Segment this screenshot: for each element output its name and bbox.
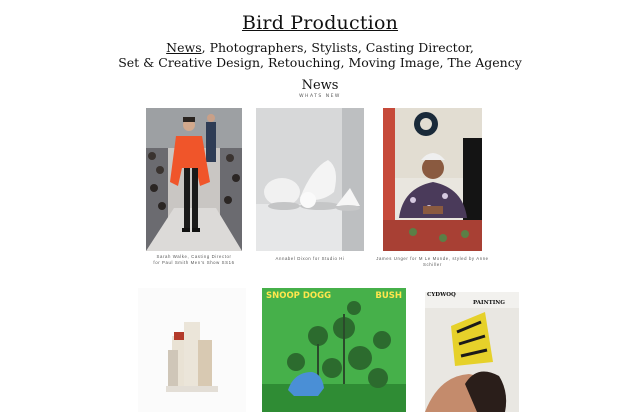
news-item-5[interactable]: SNOOP DOGG BUSH (262, 288, 406, 412)
news-item-4[interactable] (138, 288, 246, 412)
news-caption-2: Annabel Dixon for Studio Hi (275, 256, 345, 261)
album-artist-right: BUSH (375, 291, 402, 301)
album-cover (262, 288, 406, 412)
nav-link-photographers[interactable]: Photographers (210, 40, 304, 55)
magazine-masthead: CYDWOQ (427, 292, 456, 298)
main-nav: News, Photographers, Stylists, Casting D… (0, 40, 640, 70)
product-photo (138, 288, 246, 412)
section-title: News (301, 78, 339, 93)
nav-link-news[interactable]: News (166, 40, 201, 55)
nav-link-set-creative-design[interactable]: Set & Creative Design (118, 55, 260, 70)
magazine-title: PAINTING (473, 300, 505, 306)
nav-separator: , (357, 40, 366, 55)
news-item-2[interactable] (256, 108, 364, 251)
portrait-photo (383, 108, 482, 251)
nav-separator: , (201, 40, 210, 55)
album-artist-left: SNOOP DOGG (266, 291, 332, 301)
nav-link-stylists[interactable]: Stylists (311, 40, 358, 55)
site-header: Bird Production News, Photographers, Sty… (0, 12, 640, 70)
news-caption-1: Sarah Walke, Casting Director for Paul Sm… (153, 254, 235, 265)
nav-link-casting-director[interactable]: Casting Director (366, 40, 470, 55)
sculpture-photo (256, 108, 364, 251)
news-item-3[interactable] (383, 108, 482, 251)
news-caption-3: James Unger for M Le Monde, styled by An… (376, 256, 489, 267)
site-logo[interactable]: Bird Production (242, 12, 398, 34)
nav-link-moving-image[interactable]: Moving Image (348, 55, 439, 70)
section-subtitle: WHATS NEW (299, 94, 341, 99)
runway-photo (146, 108, 242, 251)
nav-link-the-agency[interactable]: The Agency (447, 55, 521, 70)
news-item-6[interactable]: CYDWOQ PAINTING (425, 292, 519, 412)
magazine-cover (425, 292, 519, 412)
nav-separator: , (469, 40, 474, 55)
nav-separator: , (260, 55, 268, 70)
nav-link-retouching[interactable]: Retouching (268, 55, 341, 70)
news-item-1[interactable] (146, 108, 242, 251)
